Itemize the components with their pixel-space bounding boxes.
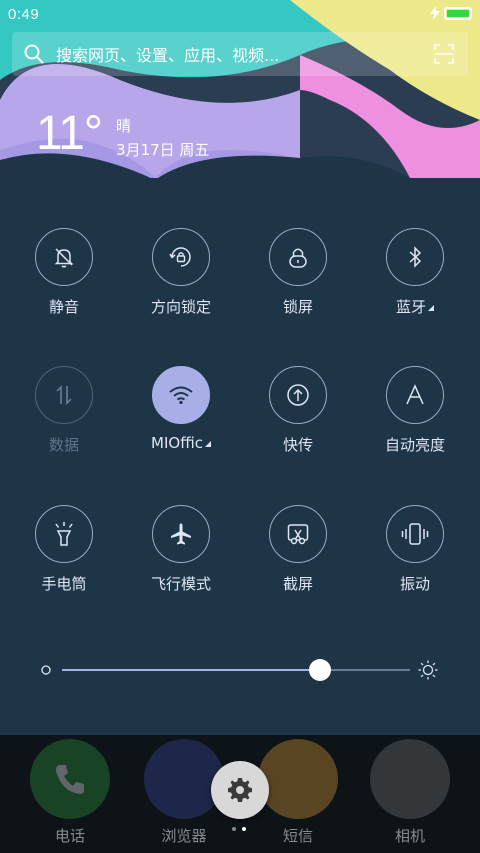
messages-icon[interactable] — [258, 739, 338, 819]
toggle-airplane-mode[interactable]: 飞行模式 — [121, 505, 241, 594]
brightness-thumb[interactable] — [308, 659, 331, 681]
bluetooth-icon — [409, 246, 422, 268]
status-icons — [430, 6, 472, 20]
page-dot-active — [242, 827, 246, 831]
toggle-label: MIOffic — [151, 434, 203, 452]
wallpaper-art — [0, 0, 480, 200]
airplane-icon — [171, 523, 191, 545]
wifi-icon — [169, 386, 193, 405]
status-time: 0:49 — [8, 5, 40, 23]
toggle-wifi[interactable]: MIOffic — [121, 366, 241, 452]
toggle-lock-screen[interactable]: 锁屏 — [238, 228, 358, 317]
scan-icon[interactable] — [434, 44, 454, 64]
dock-label: 相机 — [394, 827, 425, 845]
toggle-label: 手电筒 — [41, 575, 87, 593]
toggle-label-with-menu[interactable]: 蓝牙 — [396, 296, 434, 317]
mute-bell-icon — [54, 248, 74, 268]
flashlight-icon — [55, 522, 73, 546]
weather-date: 3月17日 周五 — [116, 141, 210, 159]
brightness-slider[interactable] — [40, 656, 440, 686]
screenshot-icon — [287, 524, 309, 545]
toggle-flashlight-button[interactable] — [35, 505, 93, 563]
toggle-label: 数据 — [48, 436, 79, 454]
dock-label: 电话 — [54, 827, 85, 845]
toggle-label: 锁屏 — [282, 298, 313, 316]
page-dot — [232, 827, 236, 831]
phone-icon[interactable] — [30, 739, 110, 819]
menu-indicator-icon — [428, 305, 434, 311]
weather-widget[interactable]: 11° 晴 3月17日 周五 — [36, 108, 209, 162]
weather-temperature: 11° — [36, 107, 103, 160]
toggle-vibrate-button[interactable] — [386, 505, 444, 563]
toggle-rotation-lock-button[interactable] — [152, 228, 210, 286]
toggle-wifi-button[interactable] — [152, 366, 210, 424]
toggle-screenshot[interactable]: 截屏 — [238, 505, 358, 594]
dock-label: 短信 — [282, 827, 313, 845]
toggle-airplane-mode-button[interactable] — [152, 505, 210, 563]
settings-button[interactable] — [211, 761, 269, 819]
dock-app-phone[interactable]: 电话 — [10, 739, 130, 846]
rotation-lock-icon — [169, 247, 191, 267]
toggle-quick-transfer-button[interactable] — [269, 366, 327, 424]
toggle-label: 自动亮度 — [384, 436, 445, 454]
quick-transfer-icon — [287, 384, 309, 406]
camera-icon[interactable] — [370, 739, 450, 819]
battery-level — [447, 9, 469, 17]
brightness-high-icon — [418, 660, 438, 680]
toggle-screenshot-button[interactable] — [269, 505, 327, 563]
vibrate-icon — [401, 523, 429, 545]
dock-app-camera[interactable]: 相机 — [350, 739, 470, 846]
brightness-fill — [62, 669, 320, 671]
toggle-bluetooth[interactable]: 蓝牙 — [355, 228, 475, 317]
brightness-track[interactable] — [62, 669, 410, 671]
menu-indicator-icon — [204, 441, 211, 447]
toggle-rotation-lock[interactable]: 方向锁定 — [121, 228, 241, 317]
auto-brightness-icon — [406, 384, 424, 405]
toggle-label: 快传 — [282, 436, 313, 454]
toggle-mute[interactable]: 静音 — [4, 228, 124, 317]
toggle-label: 蓝牙 — [395, 298, 426, 316]
toggle-vibrate[interactable]: 振动 — [355, 505, 475, 594]
toggle-mobile-data[interactable]: 数据 — [4, 366, 124, 455]
toggle-label: 静音 — [48, 298, 79, 316]
search-input[interactable]: 搜索网页、设置、应用、视频... — [56, 42, 279, 66]
mobile-data-icon — [56, 385, 72, 405]
brightness-low-icon — [41, 665, 51, 675]
toggle-quick-transfer[interactable]: 快传 — [238, 366, 358, 455]
toggle-lock-screen-button[interactable] — [269, 228, 327, 286]
toggle-auto-brightness-button[interactable] — [386, 366, 444, 424]
battery-icon — [444, 6, 472, 20]
toggle-label: 振动 — [399, 575, 430, 593]
toggle-label: 方向锁定 — [150, 298, 211, 316]
toggle-label: 飞行模式 — [150, 575, 211, 593]
toggle-label: 截屏 — [282, 575, 313, 593]
toggle-label-with-menu[interactable]: MIOffic — [151, 434, 211, 452]
page-indicator — [232, 827, 246, 831]
search-bar[interactable]: 搜索网页、设置、应用、视频... — [12, 32, 468, 76]
toggle-mobile-data-button[interactable] — [35, 366, 93, 424]
toggle-flashlight[interactable]: 手电筒 — [4, 505, 124, 594]
charging-icon — [430, 6, 440, 20]
lock-icon — [289, 248, 307, 268]
dock-label: 浏览器 — [161, 827, 207, 845]
search-icon — [24, 44, 44, 64]
status-bar: 0:49 — [0, 0, 480, 28]
gear-icon — [228, 778, 252, 802]
toggle-mute-button[interactable] — [35, 228, 93, 286]
toggle-auto-brightness[interactable]: 自动亮度 — [355, 366, 475, 455]
toggle-bluetooth-button[interactable] — [386, 228, 444, 286]
weather-condition: 晴 — [116, 117, 132, 135]
